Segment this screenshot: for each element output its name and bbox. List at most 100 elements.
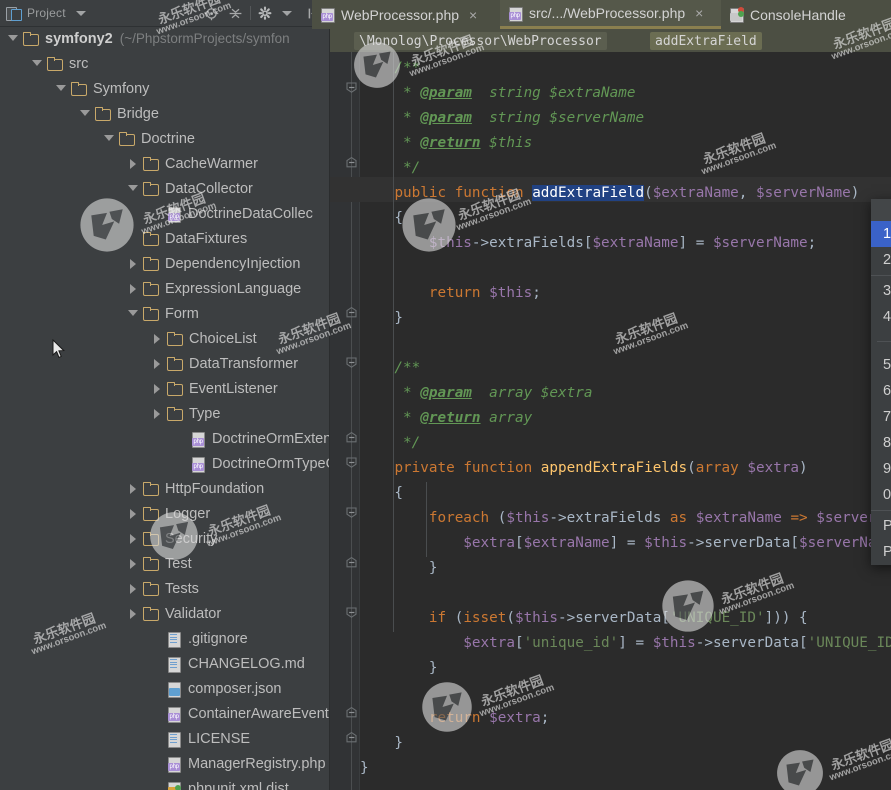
close-icon[interactable]: ×	[695, 5, 703, 21]
code-fold-icon[interactable]	[346, 507, 357, 518]
code-fold-icon[interactable]	[346, 307, 357, 318]
tree-item[interactable]: DependencyInjection	[0, 251, 330, 276]
chevron-right-icon[interactable]	[128, 283, 139, 294]
tree-item[interactable]: phpunit.xml.dist	[0, 776, 330, 790]
refactor-menu-item[interactable]: 4. Copy...F5	[871, 304, 891, 330]
tree-item[interactable]: DataCollector	[0, 176, 330, 201]
code-fold-icon[interactable]	[346, 82, 357, 93]
gear-chevron-icon[interactable]	[278, 2, 302, 24]
code-fold-icon[interactable]	[346, 432, 357, 443]
chevron-right-icon[interactable]	[152, 383, 163, 394]
chevron-down-icon[interactable]	[128, 183, 139, 194]
tree-item[interactable]: .gitignore	[0, 626, 330, 651]
editor-gutter[interactable]	[330, 52, 360, 790]
tree-item[interactable]: CHANGELOG.md	[0, 651, 330, 676]
folder-icon	[143, 507, 159, 521]
chevron-down-icon[interactable]	[75, 10, 86, 16]
refactor-menu-item[interactable]: Pull Members Up...	[871, 513, 891, 539]
code-editor[interactable]: /** * @param string $extraName * @param …	[330, 52, 891, 790]
tree-item[interactable]: Bridge	[0, 101, 330, 126]
code-fold-icon[interactable]	[346, 607, 357, 618]
refactor-menu-item[interactable]: 3. Move...F6	[871, 278, 891, 304]
chevron-right-icon[interactable]	[152, 358, 163, 369]
tree-item[interactable]: php DoctrineOrmTypeG	[0, 451, 330, 476]
tree-item[interactable]: ExpressionLanguage	[0, 276, 330, 301]
tree-item[interactable]: composer.json	[0, 676, 330, 701]
project-tree[interactable]: symfony2 (~/PhpstormProjects/symfon src Sym…	[0, 26, 330, 790]
refactor-menu-item[interactable]: 5. Variable...⌥⌘V	[871, 352, 891, 378]
refactor-menu-item[interactable]: 6. Constant...⌥⌘C	[871, 378, 891, 404]
tree-item[interactable]: Form	[0, 301, 330, 326]
chevron-down-icon[interactable]	[8, 33, 19, 44]
tree-item[interactable]: Doctrine	[0, 126, 330, 151]
tree-item[interactable]: php ManagerRegistry.php	[0, 751, 330, 776]
tree-item[interactable]: ChoiceList	[0, 326, 330, 351]
refactor-menu-item[interactable]: 2. Change Signature...⌘F6	[871, 247, 891, 273]
refactor-menu-item[interactable]: 1. Rename...⇧F6	[871, 221, 891, 247]
project-title: Project	[27, 6, 66, 20]
tree-item[interactable]: Test	[0, 551, 330, 576]
breadcrumb-item[interactable]: \Monolog\Processor\WebProcessor	[354, 32, 607, 50]
tree-item[interactable]: Security	[0, 526, 330, 551]
close-icon[interactable]: ×	[469, 7, 477, 23]
refactor-menu-items[interactable]: 1. Rename...⇧F62. Change Signature...⌘F6…	[871, 221, 891, 565]
tree-item[interactable]: Logger	[0, 501, 330, 526]
tree-item[interactable]: Validator	[0, 601, 330, 626]
editor-tab[interactable]: php src/.../WebProcessor.php ×	[500, 0, 751, 29]
tree-item[interactable]: LICENSE	[0, 726, 330, 751]
tree-item[interactable]: php ContainerAwareEventM	[0, 701, 330, 726]
chevron-right-icon[interactable]	[128, 258, 139, 269]
chevron-right-icon[interactable]	[128, 508, 139, 519]
code-fold-icon[interactable]	[346, 557, 357, 568]
refactor-menu-item[interactable]: 0. Interface...	[871, 482, 891, 508]
chevron-right-icon[interactable]	[128, 583, 139, 594]
chevron-right-icon[interactable]	[152, 333, 163, 344]
chevron-right-icon[interactable]	[152, 408, 163, 419]
tree-item[interactable]: EventListener	[0, 376, 330, 401]
code-fold-icon[interactable]	[346, 707, 357, 718]
tree-item[interactable]: src	[0, 51, 330, 76]
chevron-down-icon[interactable]	[104, 133, 115, 144]
chevron-right-icon[interactable]	[128, 533, 139, 544]
chevron-right-icon[interactable]	[128, 483, 139, 494]
refactor-menu-item[interactable]: 8. Parameter...⌥⌘P	[871, 430, 891, 456]
chevron-down-icon[interactable]	[32, 58, 43, 69]
tree-item[interactable]: symfony2 (~/PhpstormProjects/symfon	[0, 26, 330, 51]
code-fold-icon[interactable]	[346, 357, 357, 368]
tree-item[interactable]: php DoctrineDataCollec	[0, 201, 330, 226]
chevron-down-icon[interactable]	[56, 83, 67, 94]
tree-item[interactable]: CacheWarmer	[0, 151, 330, 176]
chevron-right-icon[interactable]	[128, 158, 139, 169]
locate-target-icon[interactable]	[199, 2, 223, 24]
chevron-right-icon[interactable]	[128, 608, 139, 619]
tree-item[interactable]: php DoctrineOrmExtens	[0, 426, 330, 451]
tree-item[interactable]: Symfony	[0, 76, 330, 101]
code-text[interactable]: /** * @param string $extraName * @param …	[360, 52, 891, 790]
breadcrumb-item[interactable]: addExtraField	[650, 32, 762, 50]
tree-item-label: ManagerRegistry.php	[188, 755, 326, 772]
code-fold-icon[interactable]	[346, 732, 357, 743]
chevron-down-icon[interactable]	[128, 308, 139, 319]
code-line: */	[360, 160, 421, 176]
tree-item[interactable]: DataTransformer	[0, 351, 330, 376]
php-file-icon: php	[191, 431, 206, 448]
code-fold-icon[interactable]	[346, 457, 357, 468]
code-fold-icon[interactable]	[346, 157, 357, 168]
gear-icon[interactable]	[254, 2, 278, 24]
tree-item[interactable]: Tests	[0, 576, 330, 601]
refactor-menu-item[interactable]: 7. Field...⌥⌘F	[871, 404, 891, 430]
folder-icon	[143, 282, 159, 296]
tree-item[interactable]: DataFixtures	[0, 226, 330, 251]
editor-tab[interactable]: php WebProcessor.php ×	[312, 0, 500, 29]
project-tool-window: Project symfony2 (~/PhpstormProjects/sym…	[0, 0, 330, 790]
tree-item[interactable]: HttpFoundation	[0, 476, 330, 501]
refactor-this-popup[interactable]: Refactor This 1. Rename...⇧F62. Change S…	[871, 199, 891, 565]
editor-tab[interactable]: ConsoleHandle	[721, 0, 891, 29]
refactor-menu-item[interactable]: Push Members Down...	[871, 539, 891, 565]
collapse-all-icon[interactable]	[223, 2, 247, 24]
tree-item[interactable]: Type	[0, 401, 330, 426]
chevron-down-icon[interactable]	[80, 108, 91, 119]
chevron-right-icon[interactable]	[128, 558, 139, 569]
refactor-menu-item[interactable]: 9. Method...⌥⌘M	[871, 456, 891, 482]
